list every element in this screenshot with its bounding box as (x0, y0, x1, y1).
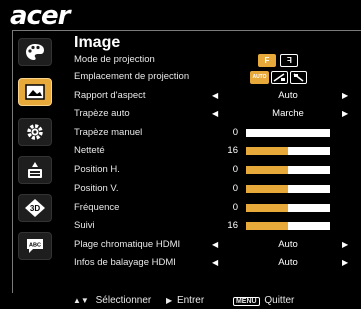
arrow-left-icon[interactable]: ◀ (212, 237, 218, 253)
svg-text:3D: 3D (30, 204, 40, 213)
language-icon[interactable]: ABC (18, 232, 52, 260)
rear-projection-option[interactable]: F (280, 54, 298, 67)
row-value: 0 (232, 202, 238, 213)
row-tracking[interactable]: Suivi 16 (74, 218, 359, 234)
level-bar[interactable] (246, 147, 330, 155)
row-hdmi-scan-info[interactable]: Infos de balayage HDMI ◀ Auto ▶ (74, 255, 359, 271)
level-bar[interactable] (246, 129, 330, 137)
color-palette-icon[interactable] (18, 38, 52, 66)
row-value: 0 (232, 183, 238, 194)
row-manual-keystone[interactable]: Trapèze manuel 0 (74, 125, 359, 141)
row-label: Mode de projection (74, 54, 155, 65)
level-fill (246, 204, 288, 212)
select-hint: Sélectionner (95, 295, 152, 306)
row-label: Trapèze manuel (74, 127, 143, 138)
row-frequency[interactable]: Fréquence 0 (74, 200, 359, 216)
up-down-arrows-icon: ▲▼ (73, 296, 89, 305)
row-value: 0 (232, 127, 238, 138)
level-bar[interactable] (246, 222, 330, 230)
row-value: Auto (278, 90, 298, 101)
level-fill (246, 147, 288, 155)
row-label: Suivi (74, 220, 95, 231)
arrow-left-icon[interactable]: ◀ (212, 88, 218, 104)
footer-help: ▲▼ Sélectionner ▶ Entrer MENU Quitter (73, 295, 294, 306)
row-value: Auto (278, 257, 298, 268)
image-icon[interactable] (18, 78, 52, 106)
row-label: Infos de balayage HDMI (74, 257, 176, 268)
row-value: 0 (232, 164, 238, 175)
enter-hint: Entrer (176, 295, 205, 306)
row-label: Position V. (74, 183, 119, 194)
row-hdmi-color-range[interactable]: Plage chromatique HDMI ◀ Auto ▶ (74, 237, 359, 253)
row-projection-location[interactable]: Emplacement de projection AUTO (74, 69, 359, 85)
row-projection-mode[interactable]: Mode de projection F F (74, 52, 359, 68)
quit-hint: Quitter (264, 295, 295, 306)
level-fill (246, 166, 288, 174)
page-title: Image (74, 34, 121, 51)
arrow-right-icon[interactable]: ▶ (342, 255, 348, 271)
row-label: Fréquence (74, 202, 120, 213)
arrow-right-icon[interactable]: ▶ (342, 237, 348, 253)
rear-option-label: F (286, 56, 292, 65)
row-v-position[interactable]: Position V. 0 (74, 181, 359, 197)
arrow-left-icon[interactable]: ◀ (212, 255, 218, 271)
row-auto-keystone[interactable]: Trapèze auto ◀ Marche ▶ (74, 106, 359, 122)
level-bar[interactable] (246, 204, 330, 212)
row-label: Rapport d'aspect (74, 90, 146, 101)
row-h-position[interactable]: Position H. 0 (74, 162, 359, 178)
enter-arrow-icon: ▶ (166, 296, 173, 305)
row-value: 16 (227, 145, 238, 156)
row-sharpness[interactable]: Netteté 16 (74, 143, 359, 159)
arrow-left-icon[interactable]: ◀ (212, 106, 218, 122)
acer-logo: acer (10, 1, 70, 31)
arrow-right-icon[interactable]: ▶ (342, 106, 348, 122)
row-value: Auto (278, 239, 298, 250)
row-label: Position H. (74, 164, 120, 175)
ceiling-location-icon[interactable] (290, 71, 307, 84)
level-bar[interactable] (246, 185, 330, 193)
row-aspect-ratio[interactable]: Rapport d'aspect ◀ Auto ▶ (74, 88, 359, 104)
level-bar[interactable] (246, 166, 330, 174)
arrow-right-icon[interactable]: ▶ (342, 88, 348, 104)
front-projection-option[interactable]: F (258, 54, 276, 67)
menu-key-icon: MENU (232, 297, 260, 306)
management-icon[interactable] (18, 156, 52, 184)
row-value: 16 (227, 220, 238, 231)
row-label: Netteté (74, 145, 105, 156)
settings-gear-icon[interactable] (18, 118, 52, 146)
row-label: Emplacement de projection (74, 71, 190, 82)
row-label: Plage chromatique HDMI (74, 239, 181, 250)
auto-location-option[interactable]: AUTO (250, 71, 269, 84)
row-label: Trapèze auto (74, 108, 130, 119)
desk-location-icon[interactable] (271, 71, 288, 84)
level-fill (246, 185, 288, 193)
row-value: Marche (272, 108, 304, 119)
svg-text:ABC: ABC (29, 243, 41, 249)
3d-icon[interactable]: 3D (18, 194, 52, 222)
level-fill (246, 222, 288, 230)
